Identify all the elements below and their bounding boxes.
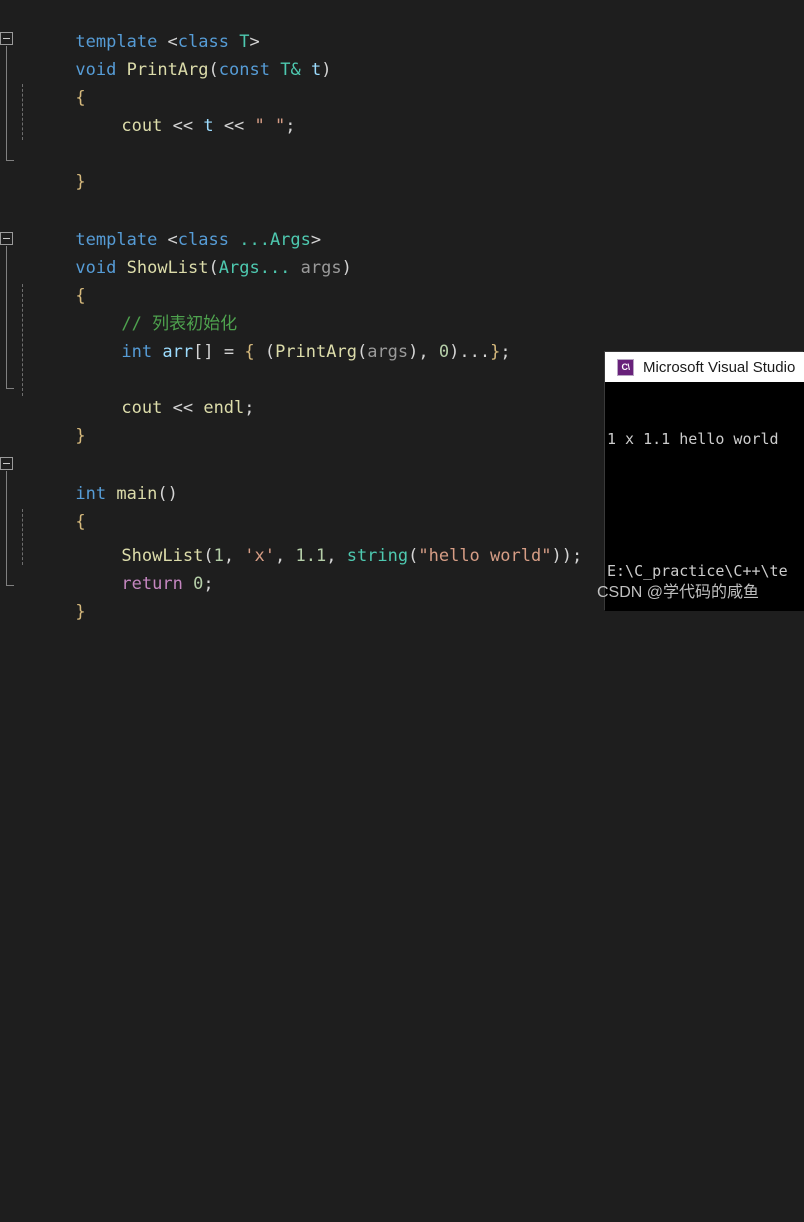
token-cout: cout <box>121 116 163 136</box>
token-brace: } <box>75 426 86 446</box>
token-punct: ; <box>203 574 214 594</box>
token-punct: ) <box>449 342 460 362</box>
token-punct: ( <box>208 258 219 278</box>
token-punct: ) <box>341 258 352 278</box>
token-punct: ( <box>356 342 368 362</box>
token-keyword: int <box>121 342 153 362</box>
console-window[interactable]: C\ Microsoft Visual Studio 1 x 1.1 hello… <box>605 352 804 611</box>
token-punct: ; <box>500 342 511 362</box>
code-line: template <class ...Args> <box>0 198 321 250</box>
token-punct: () <box>157 484 178 504</box>
token-operator: << <box>162 398 204 418</box>
token-parameter: args <box>300 258 342 278</box>
console-titlebar[interactable]: C\ Microsoft Visual Studio <box>605 352 804 382</box>
token-punct: ( <box>208 60 219 80</box>
token-number: 1 <box>213 546 224 566</box>
code-line: } <box>0 570 85 622</box>
token-punct: [] <box>193 342 214 362</box>
token-function: ShowList <box>126 258 209 278</box>
token-type: Args... <box>218 258 291 278</box>
token-type: T& <box>280 60 301 80</box>
console-output[interactable]: 1 x 1.1 hello world E:\C_practice\C++\te… <box>605 382 804 611</box>
token-punct: ; <box>571 546 583 566</box>
token-punct: ) <box>551 546 562 566</box>
token-number: 0 <box>438 342 450 362</box>
code-line: void ShowList(Args... args) <box>0 226 351 278</box>
code-line: { <box>0 480 85 532</box>
token-parameter: args <box>367 342 409 362</box>
token-punct: , <box>418 342 439 362</box>
token-number: 0 <box>193 574 204 594</box>
code-line: void PrintArg(const T& t) <box>0 28 331 80</box>
token-identifier: t <box>310 60 322 80</box>
code-line: return 0; <box>0 542 213 594</box>
token-control: return <box>121 574 183 594</box>
code-line: } <box>0 394 85 446</box>
csdn-watermark: CSDN @学代码的咸鱼 <box>597 584 760 601</box>
token-identifier: t <box>203 116 214 136</box>
token-punct: , <box>326 546 347 566</box>
token-identifier: arr <box>162 342 194 362</box>
code-line: ShowList(1, 'x', 1.1, string("hello worl… <box>0 514 582 566</box>
token-operator: << <box>213 116 255 136</box>
token-punct: ; <box>244 398 255 418</box>
token-type: string <box>346 546 409 566</box>
code-line: { <box>0 56 85 108</box>
token-function: main <box>116 484 158 504</box>
console-window-title: Microsoft Visual Studio <box>643 358 796 376</box>
token-char: 'x' <box>244 546 276 566</box>
token-number: 1.1 <box>295 546 327 566</box>
code-line: cout << t << " "; <box>0 84 295 136</box>
token-operator: = <box>213 342 245 362</box>
token-punct: ... <box>459 342 491 362</box>
token-punct: ) <box>321 60 332 80</box>
token-string: "hello world" <box>418 546 552 566</box>
code-line: } <box>0 140 85 192</box>
token-function: PrintArg <box>126 60 209 80</box>
code-line: template <class T> <box>0 0 259 52</box>
token-punct: ) <box>408 342 419 362</box>
token-punct: , <box>223 546 245 566</box>
token-keyword: const <box>218 60 270 80</box>
token-punct: ; <box>285 116 296 136</box>
token-function: PrintArg <box>275 342 357 362</box>
code-line: int arr[] = { (PrintArg(args), 0)...}; <box>0 310 510 362</box>
token-punct: ( <box>264 342 276 362</box>
visual-studio-icon: C\ <box>617 358 634 376</box>
token-operator: << <box>162 116 204 136</box>
token-brace: } <box>75 172 86 192</box>
code-line: { <box>0 254 85 306</box>
code-line: int main() <box>0 452 177 504</box>
token-brace: { <box>244 342 255 362</box>
token-endl: endl <box>203 398 245 418</box>
token-string: " " <box>254 116 286 136</box>
token-cout: cout <box>121 398 163 418</box>
token-punct: ) <box>561 546 572 566</box>
token-punct: , <box>275 546 296 566</box>
token-brace: } <box>490 342 501 362</box>
token-punct: ( <box>408 546 419 566</box>
code-line: cout << endl; <box>0 366 254 418</box>
code-line: // 列表初始化 <box>0 282 237 334</box>
token-brace: } <box>75 602 86 622</box>
console-output-line: 1 x 1.1 hello world <box>607 430 779 448</box>
